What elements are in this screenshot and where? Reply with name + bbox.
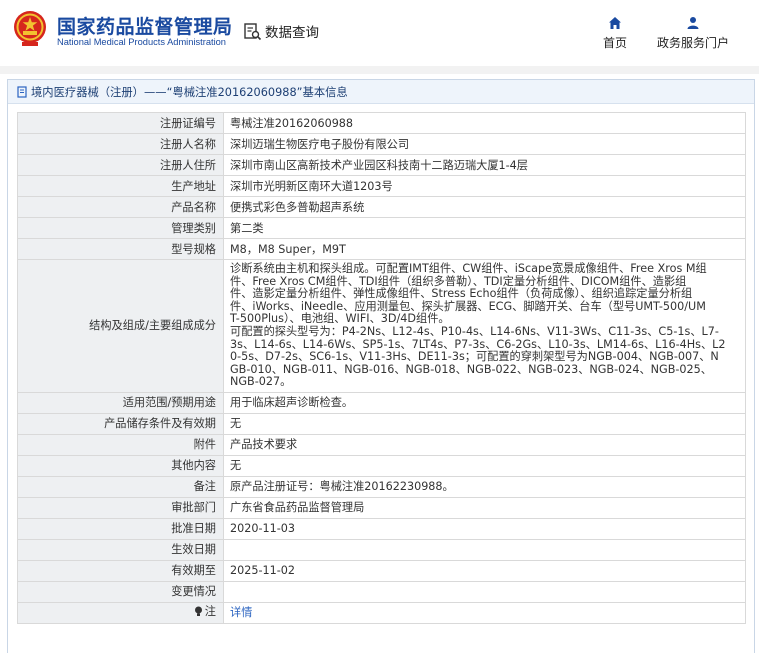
table-row: 适用范围/预期用途 用于临床超声诊断检查。 [17, 391, 746, 414]
table-row: 注册人住所 深圳市南山区高新技术产业园区科技南十二路迈瑞大厦1-4层 [17, 154, 746, 176]
lightbulb-icon [194, 606, 202, 617]
nav-home-label: 首页 [603, 36, 628, 50]
table-row: 备注 原产品注册证号：粤械注准20162230988。 [17, 475, 746, 498]
user-icon [687, 17, 699, 29]
row-value: 便携式彩色多普勒超声系统 [223, 196, 746, 218]
row-label: 有效期至 [17, 559, 224, 582]
value-line: 诊断系统由主机和探头组成。可配置IMT组件、CW组件、iScape宽景成像组件、… [230, 262, 707, 275]
document-search-icon [244, 22, 262, 40]
row-value: 无 [223, 412, 746, 435]
row-value: 用于临床超声诊断检查。 [223, 391, 746, 414]
value-line: 0-5s、D7-2s、SC6-1s、V11-3Hs、DE11-3s；可配置的穿刺… [230, 350, 719, 364]
table-row: 产品名称 便携式彩色多普勒超声系统 [17, 196, 746, 218]
row-value: 粤械注准20162060988 [223, 112, 746, 134]
row-value: 2020-11-03 [223, 517, 746, 540]
table-row: 注 详情 [17, 601, 746, 624]
row-label: 批准日期 [17, 517, 224, 540]
table-row: 其他内容 无 [17, 454, 746, 477]
home-icon [609, 17, 621, 29]
table-row: 生产地址 深圳市光明新区南环大道1203号 [17, 175, 746, 197]
row-value [223, 538, 746, 561]
value-line: NGB-027。 [230, 375, 292, 389]
site-header: 国家药品监督管理局 National Medical Products Admi… [0, 0, 759, 66]
row-label: 产品名称 [17, 196, 224, 218]
table-row: 结构及组成/主要组成成分 诊断系统由主机和探头组成。可配置IMT组件、CW组件、… [17, 259, 746, 393]
document-icon [17, 85, 27, 98]
detail-panel: 境内医疗器械（注册）——“粤械注准20162060988”基本信息 注册证编号 … [7, 79, 755, 653]
row-label: 备注 [17, 475, 224, 498]
row-value: 2025-11-02 [223, 559, 746, 582]
row-value [223, 580, 746, 603]
nav-gov-service-portal[interactable]: 政务服务门户 [657, 16, 729, 51]
table-row: 注册证编号 粤械注准20162060988 [17, 112, 746, 134]
note-label: 注 [194, 605, 216, 618]
row-label: 生效日期 [17, 538, 224, 561]
table-row: 生效日期 [17, 538, 746, 561]
table-row: 附件 产品技术要求 [17, 433, 746, 456]
nav-gov-label: 政务服务门户 [657, 36, 730, 50]
table-row: 注册人名称 深圳迈瑞生物医疗电子股份有限公司 [17, 133, 746, 155]
national-emblem-icon [14, 11, 46, 46]
nav-home[interactable]: 首页 [603, 16, 627, 51]
row-value: 深圳市光明新区南环大道1203号 [223, 175, 746, 197]
details-link[interactable]: 详情 [223, 601, 746, 624]
data-query-link[interactable]: 数据查询 [243, 20, 319, 42]
data-query-label: 数据查询 [265, 25, 319, 41]
value-line: 可配置的探头型号为：P4-2Ns、L12-4s、P10-4s、L14-6Ns、V… [230, 324, 719, 338]
row-label: 型号规格 [17, 238, 224, 260]
row-label: 结构及组成/主要组成成分 [17, 259, 224, 393]
value-line: 件、造影定量分析组件、弹性成像组件、Stress Echo组件（负荷成像）、组织… [230, 287, 693, 301]
row-value: 无 [223, 454, 746, 477]
row-label: 变更情况 [17, 580, 224, 603]
row-label: 其他内容 [17, 454, 224, 477]
table-row: 产品储存条件及有效期 无 [17, 412, 746, 435]
site-name-en: National Medical Products Administration [57, 37, 226, 47]
row-label: 注册人名称 [17, 133, 224, 155]
table-row: 有效期至 2025-11-02 [17, 559, 746, 582]
row-label: 注册证编号 [17, 112, 224, 134]
table-row: 型号规格 M8，M8 Super，M9T [17, 238, 746, 260]
row-value: M8，M8 Super，M9T [223, 238, 746, 260]
row-value: 产品技术要求 [223, 433, 746, 456]
value-line: GB-010、NGB-011、NGB-016、NGB-018、NGB-022、N… [230, 362, 712, 376]
note-label-text: 注 [204, 605, 216, 619]
breadcrumb: 境内医疗器械（注册）——“粤械注准20162060988”基本信息 [8, 80, 754, 104]
table-row: 审批部门 广东省食品药品监督管理局 [17, 496, 746, 519]
breadcrumb-text: 境内医疗器械（注册）——“粤械注准20162060988”基本信息 [31, 85, 348, 99]
row-label: 适用范围/预期用途 [17, 391, 224, 414]
site-name-cn[interactable]: 国家药品监督管理局 [57, 12, 233, 39]
header-separator [0, 66, 759, 74]
row-label: 附件 [17, 433, 224, 456]
row-label: 生产地址 [17, 175, 224, 197]
table-row: 批准日期 2020-11-03 [17, 517, 746, 540]
row-value: 第二类 [223, 217, 746, 239]
table-row: 变更情况 [17, 580, 746, 603]
row-label: 注册人住所 [17, 154, 224, 176]
row-value: 深圳市南山区高新技术产业园区科技南十二路迈瑞大厦1-4层 [223, 154, 746, 176]
row-value: 原产品注册证号：粤械注准20162230988。 [223, 475, 746, 498]
row-value-multiline: 诊断系统由主机和探头组成。可配置IMT组件、CW组件、iScape宽景成像组件、… [223, 259, 746, 393]
registration-info-table: 注册证编号 粤械注准20162060988 注册人名称 深圳迈瑞生物医疗电子股份… [17, 112, 746, 624]
row-value: 深圳迈瑞生物医疗电子股份有限公司 [223, 133, 746, 155]
row-label: 管理类别 [17, 217, 224, 239]
row-label: 审批部门 [17, 496, 224, 519]
row-label: 产品储存条件及有效期 [17, 412, 224, 435]
note-label-cell: 注 [17, 601, 224, 624]
row-value: 广东省食品药品监督管理局 [223, 496, 746, 519]
table-row: 管理类别 第二类 [17, 217, 746, 239]
